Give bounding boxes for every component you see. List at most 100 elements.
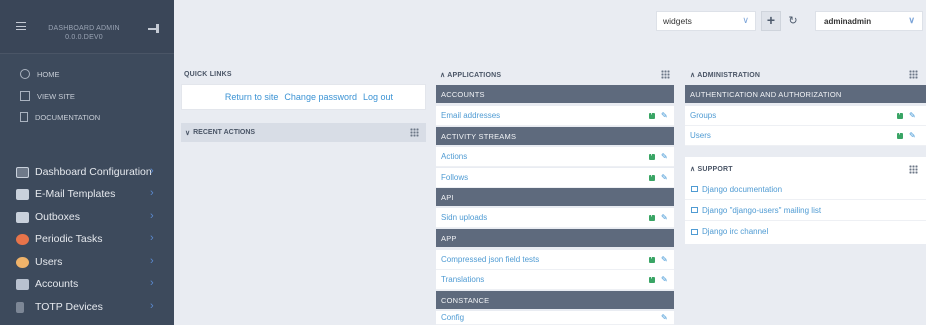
support-link-label: Django documentation [702,184,783,194]
edit-icon[interactable]: ✎ [909,111,916,120]
recent-actions-title: RECENT ACTIONS [193,129,256,136]
external-link-icon [20,91,30,101]
edit-icon[interactable]: ✎ [661,255,668,264]
add-icon[interactable] [649,274,655,283]
drag-grid-icon[interactable] [909,70,918,79]
support-title-label: SUPPORT [697,166,733,173]
sidebar-header: DASHBOARD ADMIN 0.0.0.DEV0 [0,0,174,54]
sidebar-item-outboxes[interactable]: Outboxes › [0,206,174,228]
add-icon[interactable] [649,110,655,119]
user-menu-select[interactable]: adminadmin ∨ [815,11,923,31]
add-icon[interactable] [649,212,655,221]
model-row-actions: Actions ✎ [436,147,674,167]
model-link[interactable]: Compressed json field tests [441,255,539,264]
app-group-accounts[interactable]: ACCOUNTS [436,85,674,103]
app-group-app[interactable]: APP [436,229,674,247]
reset-button[interactable]: ↻ [783,11,803,31]
model-link[interactable]: Actions [441,152,467,161]
app-group-constance[interactable]: CONSTANCE [436,291,674,309]
model-link[interactable]: Users [690,131,711,140]
app-group-api[interactable]: API [436,188,674,206]
sidebar-item-label: Users [35,256,63,268]
model-row-compressed-json-field-tests: Compressed json field tests ✎ [436,250,674,270]
sidebar-item-email-templates[interactable]: E-Mail Templates › [0,183,174,205]
sidebar-item-periodic-tasks[interactable]: Periodic Tasks › [0,228,174,250]
user-icon [16,256,29,268]
edit-icon[interactable]: ✎ [661,152,668,161]
applications-title: ∧ APPLICATIONS [440,71,501,79]
pin-icon[interactable] [148,24,162,34]
drag-grid-icon[interactable] [909,165,918,174]
app-group-authentication[interactable]: AUTHENTICATION AND AUTHORIZATION [685,85,926,103]
book-icon [691,207,698,213]
sidebar-item-label: E-Mail Templates [35,188,116,200]
edit-icon[interactable]: ✎ [909,131,916,140]
support-link-label: Django irc channel [702,227,769,236]
sidebar-link-documentation[interactable]: DOCUMENTATION [0,108,174,126]
edit-icon[interactable]: ✎ [661,173,668,182]
sidebar-item-totp-devices[interactable]: TOTP Devices › [0,296,174,318]
add-icon[interactable] [897,110,903,119]
add-widget-button[interactable]: + [761,11,781,31]
change-password-link[interactable]: Change password [284,92,357,102]
sidebar-item-dashboard-configuration[interactable]: Dashboard Configuration › [0,161,174,183]
chevron-up-icon[interactable]: ∧ [690,72,695,79]
widgets-select-value: widgets [663,16,692,26]
envelope-icon [16,188,29,200]
sidebar-item-accounts[interactable]: Accounts › [0,273,174,295]
hamburger-menu-icon[interactable] [16,22,26,30]
model-link[interactable]: Email addresses [441,111,500,120]
chevron-up-icon[interactable]: ∧ [690,166,695,173]
support-link-mailing-list[interactable]: Django "django-users" mailing list [685,200,926,221]
edit-icon[interactable]: ✎ [661,275,668,284]
sidebar-item-label: Dashboard Configuration [35,166,152,178]
sidebar-link-label: HOME [37,69,60,79]
model-link[interactable]: Groups [690,111,716,120]
support-link-django-documentation[interactable]: Django documentation [685,179,926,200]
add-icon[interactable] [649,151,655,160]
add-icon[interactable] [897,130,903,139]
administration-title-label: ADMINISTRATION [697,72,761,79]
model-row-email-addresses: Email addresses ✎ [436,106,674,126]
model-row-sidn-uploads: Sidn uploads ✎ [436,208,674,228]
edit-icon[interactable]: ✎ [661,111,668,120]
model-link[interactable]: Follows [441,173,468,182]
model-row-groups: Groups ✎ [685,106,926,126]
chevron-right-icon: › [150,232,154,244]
app-group-activity-streams[interactable]: ACTIVITY STREAMS [436,127,674,145]
drag-grid-icon[interactable] [661,70,670,79]
accounts-icon [16,278,29,290]
edit-icon[interactable]: ✎ [661,213,668,222]
add-icon[interactable] [649,172,655,181]
widgets-select[interactable]: widgets ∨ [656,11,756,31]
chevron-down-icon: ∨ [742,15,749,25]
model-link[interactable]: Translations [441,275,484,284]
document-icon [20,112,28,122]
sidebar-item-users[interactable]: Users › [0,251,174,273]
chevron-down-icon: ∨ [908,15,915,25]
add-icon[interactable] [649,254,655,263]
support-link-irc-channel[interactable]: Django irc channel [685,221,926,242]
chevron-right-icon: › [150,277,154,289]
model-row-translations: Translations ✎ [436,270,674,290]
site-title-version: 0.0.0.DEV0 [65,34,103,41]
chevron-right-icon: › [150,187,154,199]
chevron-down-icon[interactable]: ∨ [185,129,190,137]
chevron-up-icon[interactable]: ∧ [440,72,445,79]
sidebar-link-view-site[interactable]: VIEW SITE [0,87,174,105]
sidebar-link-home[interactable]: HOME [0,65,174,83]
drag-grid-icon[interactable] [410,128,419,137]
sidebar-item-label: TOTP Devices [35,301,103,313]
edit-icon[interactable]: ✎ [661,313,668,322]
chevron-right-icon: › [150,255,154,267]
user-menu-value: adminadmin [824,16,872,26]
device-icon [16,301,24,313]
return-to-site-link[interactable]: Return to site [225,92,279,102]
log-out-link[interactable]: Log out [363,92,393,102]
recent-actions-bar[interactable]: ∨ RECENT ACTIONS [181,123,426,142]
sidebar-link-label: DOCUMENTATION [35,112,101,122]
model-link[interactable]: Config [441,313,464,322]
topbar: widgets ∨ + ↻ adminadmin ∨ [174,0,926,54]
clock-icon [16,233,29,245]
model-link[interactable]: Sidn uploads [441,213,487,222]
